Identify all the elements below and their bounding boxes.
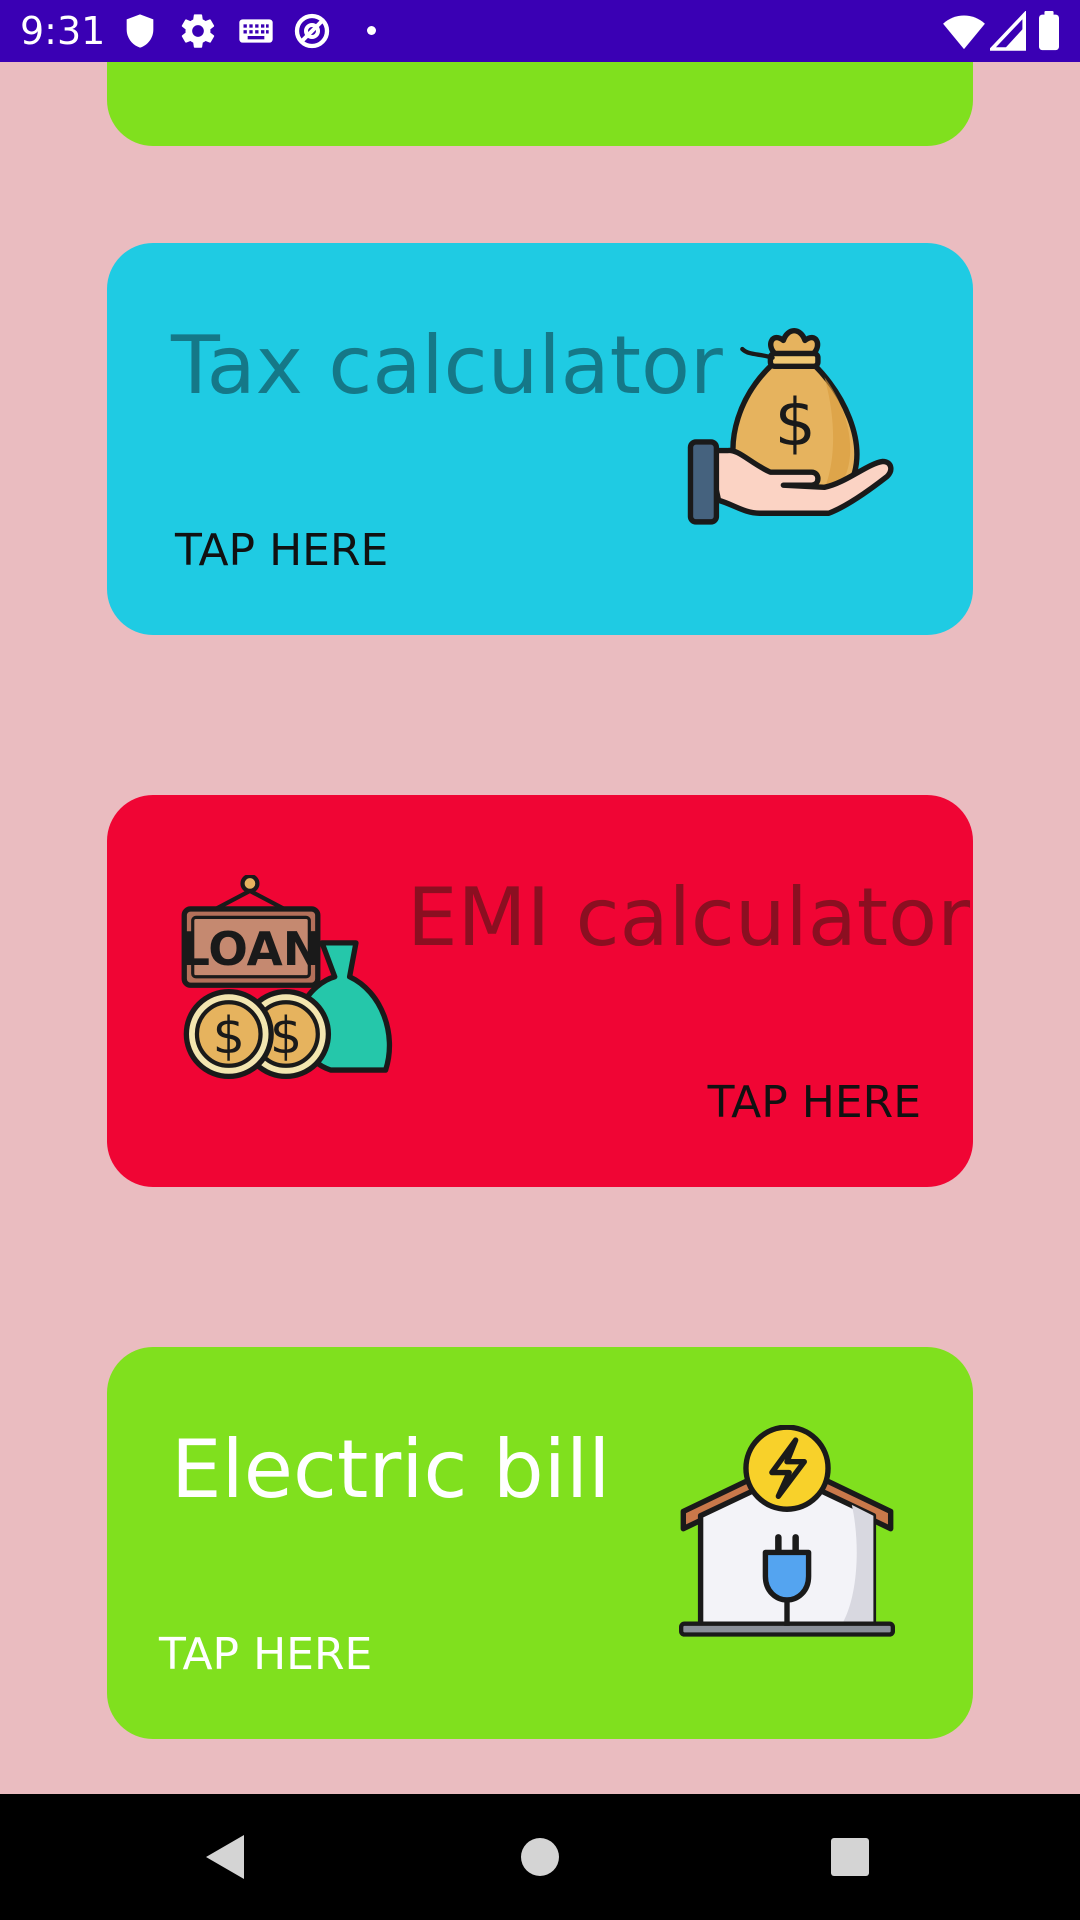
tax-calculator-title: Tax calculator	[171, 319, 723, 412]
card-list: Tax calculator TAP HERE $ EMI calculator…	[0, 62, 1080, 1794]
svg-text:$: $	[775, 386, 816, 461]
emi-calculator-card[interactable]: EMI calculator TAP HERE LOAN $ $	[107, 795, 973, 1187]
electric-tap-here-label[interactable]: TAP HERE	[159, 1630, 372, 1680]
svg-text:$: $	[270, 1006, 302, 1065]
electric-bill-title: Electric bill	[171, 1423, 611, 1516]
keyboard-icon	[239, 19, 273, 43]
recents-icon[interactable]	[820, 1827, 880, 1887]
battery-icon	[1039, 11, 1059, 51]
status-bar: 9:31	[0, 0, 1080, 62]
card-partial-top[interactable]	[107, 62, 973, 146]
electric-bill-card[interactable]: Electric bill TAP HERE	[107, 1347, 973, 1739]
home-icon[interactable]	[510, 1827, 570, 1887]
status-time: 9:31	[20, 9, 106, 53]
emi-tap-here-label[interactable]: TAP HERE	[708, 1078, 921, 1128]
wifi-icon	[943, 15, 985, 50]
at-sign-icon	[294, 13, 330, 49]
emi-calculator-title: EMI calculator	[407, 871, 970, 964]
svg-text:LOAN: LOAN	[180, 922, 322, 976]
tax-tap-here-label[interactable]: TAP HERE	[175, 526, 388, 576]
tax-calculator-card[interactable]: Tax calculator TAP HERE $	[107, 243, 973, 635]
back-icon[interactable]	[196, 1827, 256, 1887]
dot-icon	[367, 26, 376, 35]
gear-icon	[181, 14, 215, 48]
svg-text:$: $	[213, 1006, 245, 1065]
house-electricity-icon	[679, 1425, 895, 1637]
money-bag-hand-icon: $	[687, 328, 894, 525]
loan-coins-icon: LOAN $ $	[180, 875, 392, 1080]
shield-icon	[126, 14, 154, 48]
navigation-bar	[0, 1794, 1080, 1920]
cell-signal-icon	[990, 11, 1026, 51]
